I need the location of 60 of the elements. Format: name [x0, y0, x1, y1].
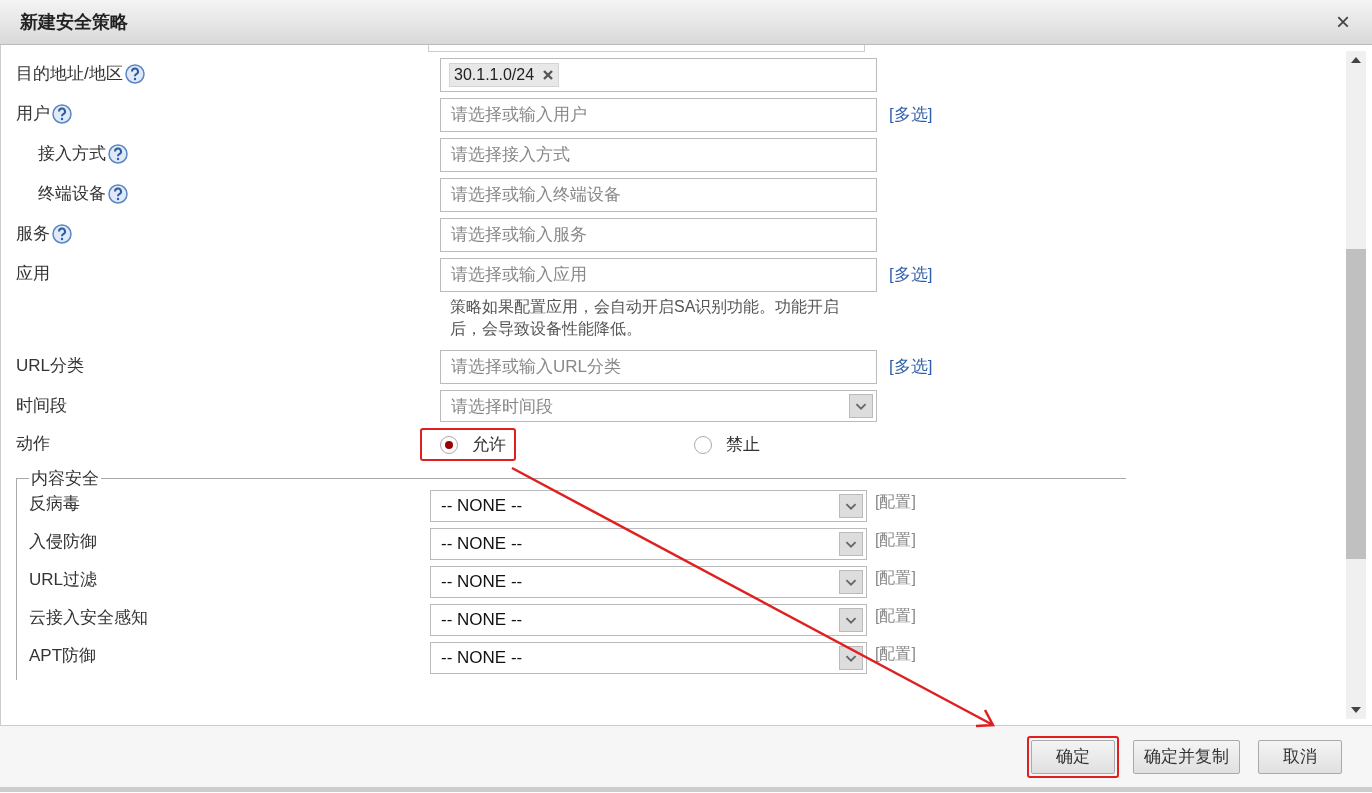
chevron-down-icon[interactable] — [839, 570, 863, 594]
multi-select-link[interactable]: [多选] — [889, 258, 1346, 286]
multi-select-link[interactable]: [多选] — [889, 98, 1346, 126]
configure-link[interactable]: [配置] — [875, 604, 1126, 627]
field-label: 应用 — [16, 263, 50, 285]
section-title: 内容安全 — [30, 468, 100, 490]
scrollbar[interactable] — [1346, 51, 1366, 719]
input-field[interactable] — [428, 45, 865, 52]
field-label: 云接入安全感知 — [29, 607, 149, 629]
chevron-down-icon[interactable] — [839, 608, 863, 632]
input-field[interactable]: 请选择或输入URL分类 — [440, 350, 877, 384]
field-label: 动作 — [16, 433, 50, 455]
close-button[interactable]: × — [1332, 8, 1354, 36]
tag-input-field[interactable]: 30.1.1.0/24 — [440, 58, 877, 92]
close-icon[interactable] — [542, 69, 555, 81]
select-field[interactable]: -- NONE -- — [430, 604, 867, 636]
select-field[interactable]: -- NONE -- — [430, 566, 867, 598]
field-label: 终端设备 — [38, 183, 106, 205]
field-label: URL过滤 — [29, 569, 98, 591]
field-label: APT防御 — [29, 645, 98, 667]
field-label: 入侵防御 — [29, 531, 98, 553]
field-label: 接入方式 — [38, 143, 106, 165]
field-label: 时间段 — [16, 395, 67, 417]
hint-text: 策略如果配置应用，会自动开启SA识别功能。功能开启后，会导致设备性能降低。 — [449, 297, 841, 339]
input-field[interactable]: 请选择或输入服务 — [440, 218, 877, 252]
help-icon[interactable] — [108, 183, 128, 204]
help-icon[interactable] — [52, 103, 72, 124]
select-field[interactable]: -- NONE -- — [430, 642, 867, 674]
chevron-down-icon[interactable] — [839, 494, 863, 518]
help-icon[interactable] — [124, 63, 145, 84]
field-label: 用户 — [16, 103, 50, 125]
chevron-down-icon[interactable] — [839, 646, 863, 670]
input-field[interactable]: 请选择接入方式 — [440, 138, 877, 172]
tag-text: 30.1.1.0/24 — [454, 66, 535, 84]
chevron-down-icon[interactable] — [849, 394, 873, 418]
help-icon[interactable] — [52, 223, 72, 244]
help-icon[interactable] — [108, 143, 128, 164]
field-label: 服务 — [16, 223, 50, 245]
input-field[interactable]: 请选择或输入用户 — [440, 98, 877, 132]
multi-select-link[interactable]: [多选] — [889, 350, 1346, 378]
configure-link[interactable]: [配置] — [875, 528, 1126, 551]
select-field[interactable]: 请选择时间段 — [440, 390, 877, 422]
configure-link[interactable]: [配置] — [875, 490, 1126, 513]
configure-link[interactable]: [配置] — [875, 566, 1126, 589]
dialog-title: 新建安全策略 — [20, 11, 128, 34]
dialog-button[interactable]: 取消 — [1258, 739, 1342, 774]
input-field[interactable]: 请选择或输入应用 — [440, 258, 877, 292]
chevron-down-icon[interactable] — [839, 532, 863, 556]
configure-link[interactable]: [配置] — [875, 642, 1126, 665]
scrollbar-thumb[interactable] — [1346, 249, 1366, 559]
input-field[interactable]: 请选择或输入终端设备 — [440, 178, 877, 212]
dialog-button[interactable]: 确定 — [1031, 739, 1115, 774]
field-label: 反病毒 — [29, 493, 81, 515]
radio-option[interactable]: 禁止 — [690, 428, 770, 461]
field-label: URL分类 — [16, 355, 84, 377]
select-field[interactable]: -- NONE -- — [430, 528, 867, 560]
select-field[interactable]: -- NONE -- — [430, 490, 867, 522]
dialog-button[interactable]: 确定并复制 — [1133, 739, 1240, 774]
field-label: 目的地址/地区 — [16, 63, 123, 85]
radio-option[interactable]: 允许 — [420, 428, 516, 461]
